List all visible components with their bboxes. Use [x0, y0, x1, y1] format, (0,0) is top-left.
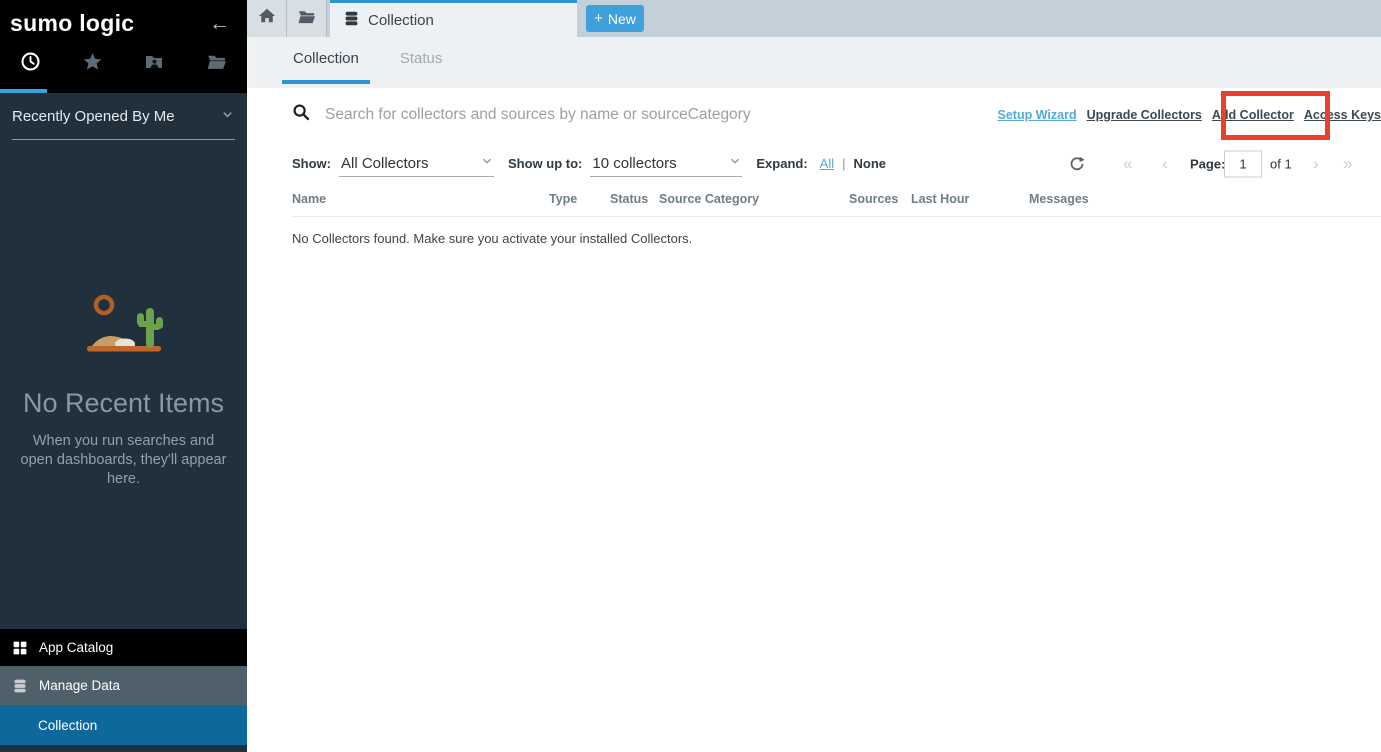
subtab-status[interactable]: Status	[389, 37, 454, 84]
subtab-collection[interactable]: Collection	[282, 37, 370, 84]
tab-label: Collection	[368, 12, 434, 29]
column-header-messages: Messages	[1029, 192, 1139, 206]
sidebar-item-manage-data[interactable]: Manage Data	[0, 666, 247, 705]
expand-none-link[interactable]: None	[854, 156, 887, 171]
sumo-logic-logo: sumo logic	[10, 10, 134, 37]
search-input[interactable]	[325, 106, 945, 124]
show-up-to-label: Show up to:	[508, 156, 582, 171]
collection-panel: Setup Wizard Upgrade Collectors Add Coll…	[247, 88, 1381, 752]
clock-icon	[20, 51, 41, 77]
first-page-button[interactable]: «	[1123, 154, 1132, 174]
sidebar-item-collection[interactable]: Collection	[0, 705, 247, 745]
page-number-input[interactable]	[1224, 150, 1262, 177]
new-tab-button[interactable]: + New	[586, 5, 644, 32]
sidebar-item-label: Collection	[38, 718, 97, 733]
recently-opened-label: Recently Opened By Me	[12, 108, 175, 125]
column-header-type: Type	[549, 192, 610, 206]
favorites-tab[interactable]	[62, 51, 124, 77]
no-recent-items-subtitle: When you run searches and open dashboard…	[16, 432, 232, 489]
add-collector-link[interactable]: Add Collector	[1212, 108, 1294, 122]
sidebar-header: sumo logic ←	[0, 0, 247, 93]
recents-tab[interactable]	[0, 51, 62, 77]
sidebar-empty-state: No Recent Items When you run searches an…	[0, 292, 247, 489]
expand-label: Expand:	[756, 156, 807, 171]
home-button[interactable]	[247, 0, 287, 37]
collapse-sidebar-button[interactable]: ←	[209, 13, 230, 34]
folder-icon	[297, 7, 316, 31]
show-filter-dropdown[interactable]: All Collectors	[339, 150, 494, 177]
page-size-value: 10 collectors	[592, 155, 676, 172]
recently-opened-dropdown[interactable]: Recently Opened By Me	[12, 93, 235, 140]
shared-folder-icon	[144, 52, 164, 77]
upgrade-collectors-link[interactable]: Upgrade Collectors	[1087, 108, 1202, 122]
collector-action-links: Setup Wizard Upgrade Collectors Add Coll…	[998, 108, 1381, 122]
no-recent-items-title: No Recent Items	[0, 388, 247, 419]
top-tab-strip: Collection + New	[247, 0, 1381, 37]
column-header-name: Name	[292, 192, 549, 206]
search-row: Setup Wizard Upgrade Collectors Add Coll…	[247, 88, 1381, 141]
chevron-down-icon	[220, 107, 235, 126]
sidebar-nav-icons	[0, 41, 247, 87]
column-header-sources: Sources	[849, 192, 911, 206]
star-icon	[82, 51, 103, 77]
show-filter-value: All Collectors	[341, 155, 429, 172]
sidebar-item-app-catalog[interactable]: App Catalog	[0, 629, 247, 666]
last-page-button[interactable]: »	[1343, 154, 1352, 174]
plus-icon: +	[594, 11, 603, 26]
expand-all-link[interactable]: All	[820, 156, 834, 171]
next-page-button[interactable]: ›	[1313, 154, 1319, 174]
page-size-dropdown[interactable]: 10 collectors	[590, 150, 742, 177]
grid-icon	[12, 640, 29, 656]
app-root: sumo logic ←	[0, 0, 1381, 752]
main-area: Collection + New Collection Status Setup…	[247, 0, 1381, 752]
setup-wizard-link[interactable]: Setup Wizard	[998, 108, 1077, 122]
column-header-source-category: Source Category	[659, 192, 849, 206]
no-collectors-message: No Collectors found. Make sure you activ…	[292, 231, 1381, 246]
desert-illustration	[84, 341, 164, 358]
active-nav-indicator	[0, 89, 47, 93]
open-folder-icon	[206, 51, 227, 77]
new-button-label: New	[608, 11, 636, 27]
tab-collection[interactable]: Collection	[330, 0, 577, 37]
chevron-down-icon	[728, 154, 742, 172]
chevron-down-icon	[480, 154, 494, 172]
sidebar-bottom-menu: App Catalog Manage Data Collection	[0, 629, 247, 745]
access-keys-link[interactable]: Access Keys	[1304, 108, 1381, 122]
page-label: Page:	[1190, 156, 1225, 171]
library-tab[interactable]	[185, 51, 247, 77]
previous-page-button[interactable]: ‹	[1162, 154, 1168, 174]
search-icon	[292, 103, 311, 127]
home-icon	[258, 7, 276, 30]
database-icon	[12, 678, 29, 694]
column-header-last-hour: Last Hour	[911, 192, 1029, 206]
show-label: Show:	[292, 156, 331, 171]
sidebar-item-label: Manage Data	[39, 678, 120, 693]
filter-row: Show: All Collectors Show up to: 10 coll…	[247, 141, 1381, 186]
sidebar-item-label: App Catalog	[39, 640, 113, 655]
database-icon	[343, 10, 360, 31]
library-button[interactable]	[287, 0, 327, 37]
left-sidebar: sumo logic ←	[0, 0, 247, 752]
page-count-label: of 1	[1270, 156, 1292, 171]
column-header-status: Status	[610, 192, 659, 206]
shared-content-tab[interactable]	[124, 52, 186, 77]
collection-subtabs: Collection Status	[247, 37, 1381, 88]
expand-separator: |	[842, 156, 845, 171]
collectors-table-header: Name Type Status Source Category Sources…	[292, 192, 1381, 217]
refresh-button[interactable]	[1069, 156, 1085, 172]
